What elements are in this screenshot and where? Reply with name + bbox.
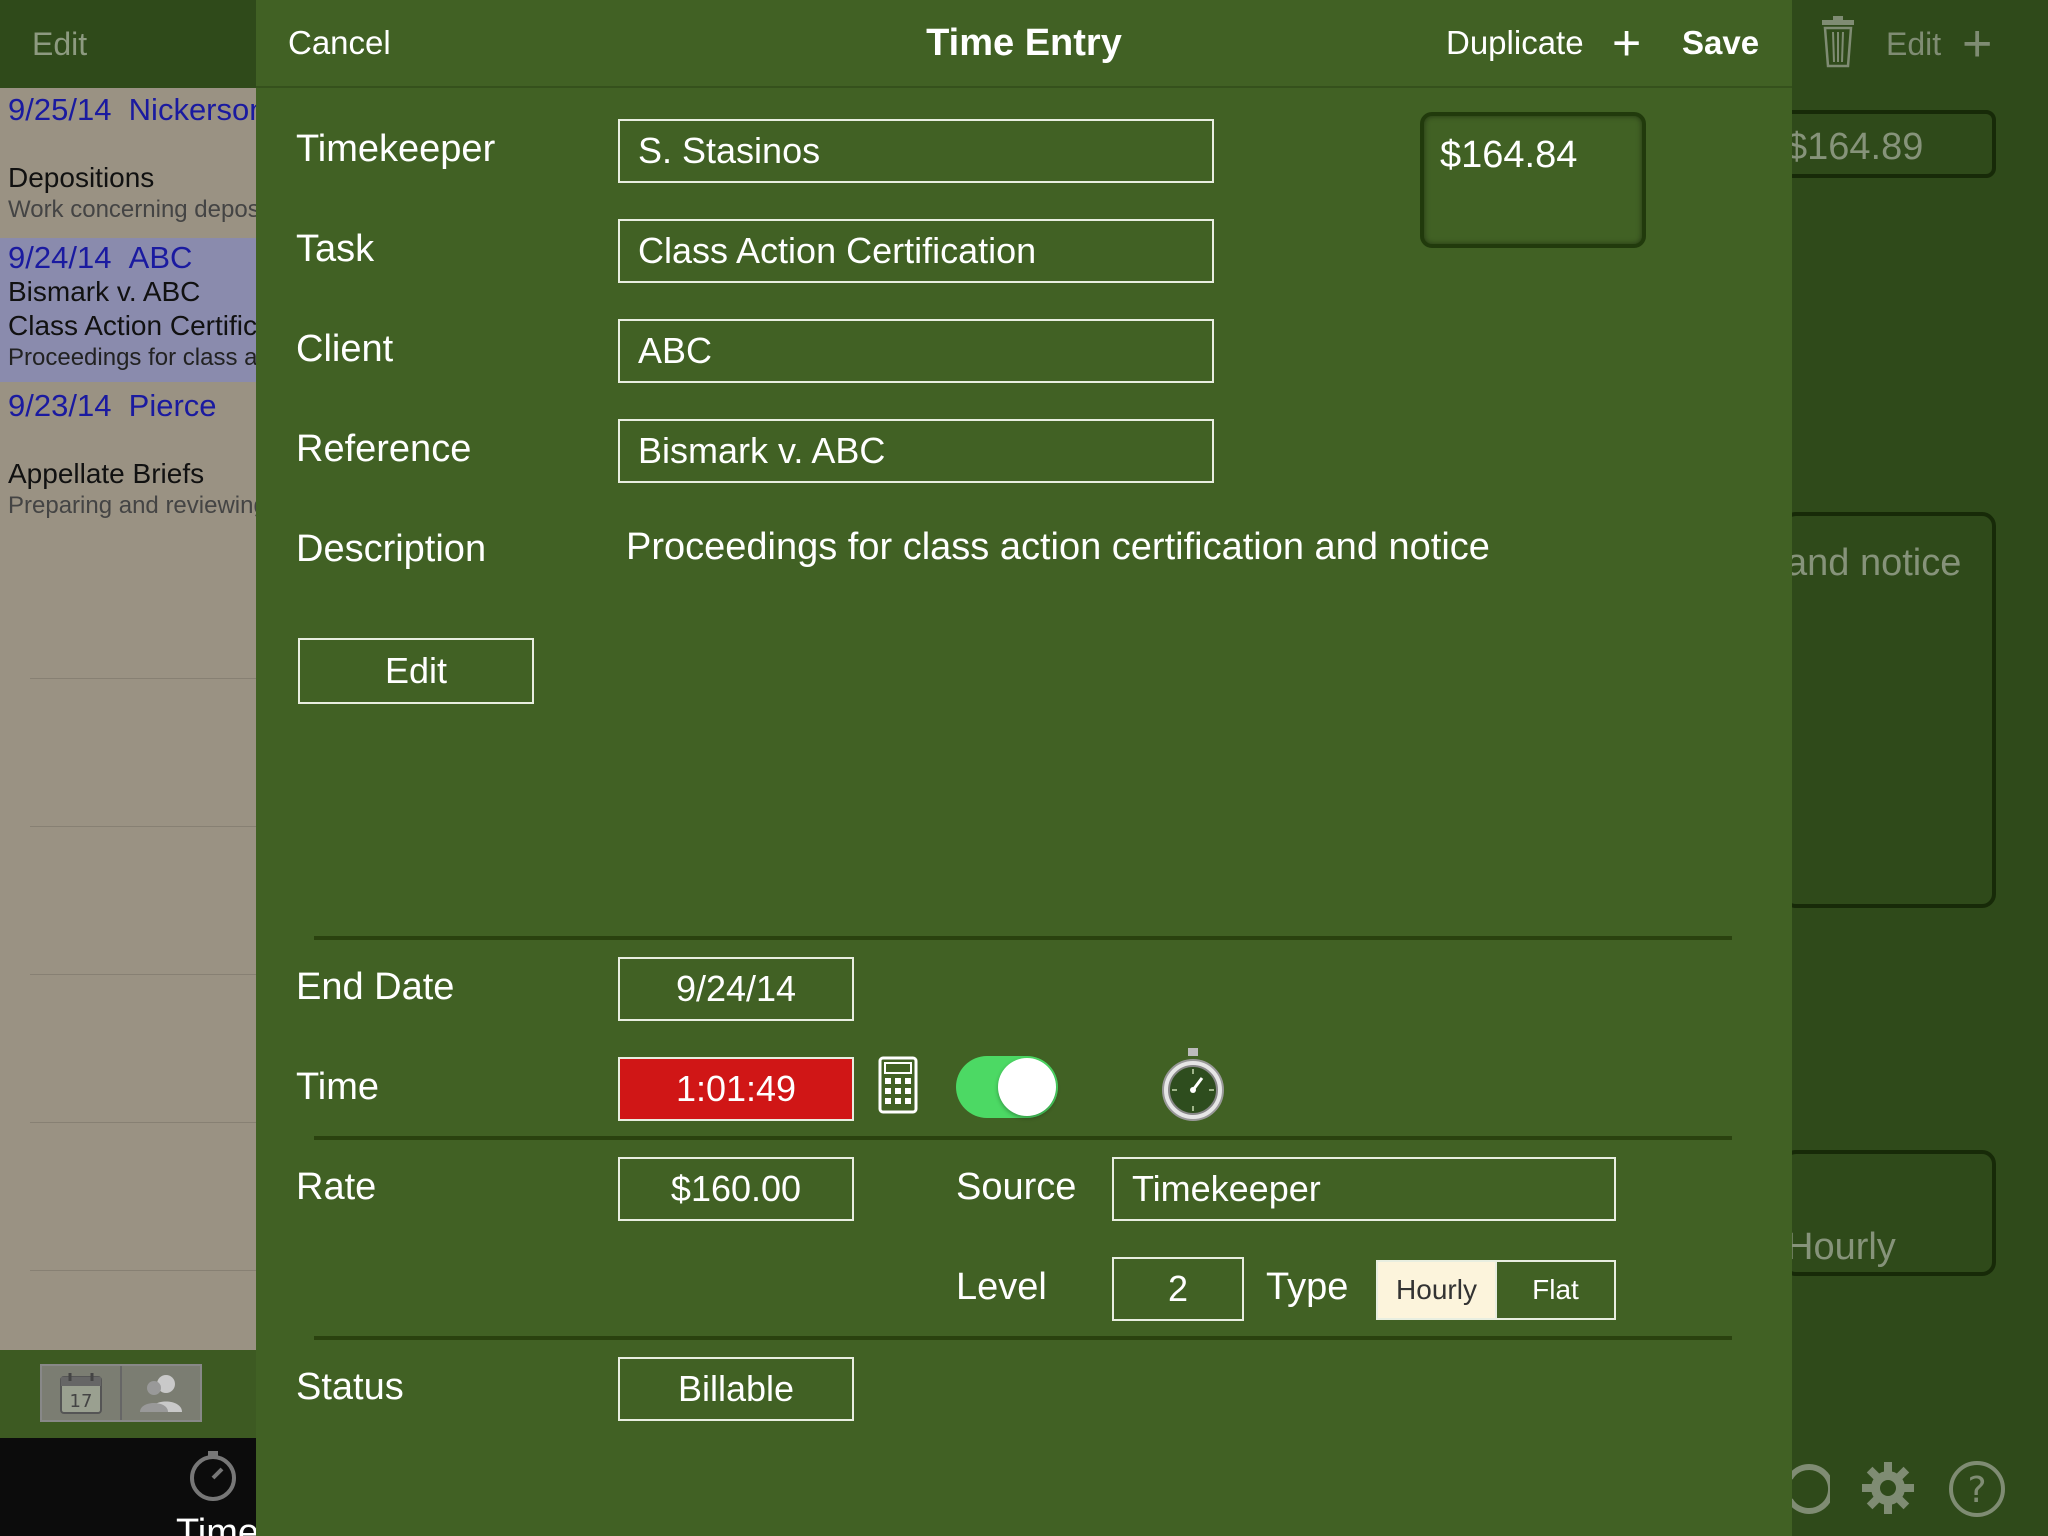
time-label: Time xyxy=(296,1066,380,1108)
rate-label: Rate xyxy=(296,1166,377,1208)
list-separator xyxy=(30,826,256,827)
list-item-date: 9/25/14 xyxy=(8,92,112,127)
list-item-client: Nickerson xyxy=(128,92,256,127)
list-item-client: Pierce xyxy=(128,388,217,423)
help-icon: ? xyxy=(1948,1460,2006,1531)
list-separator xyxy=(30,974,256,975)
detail-description: and notice xyxy=(1792,512,1996,908)
navbar: Cancel Time Entry Duplicate + Save xyxy=(256,0,1792,88)
timekeeper-field[interactable]: S. Stasinos xyxy=(618,119,1214,183)
end-date-field[interactable]: 9/24/14 xyxy=(618,957,854,1021)
gear-icon xyxy=(1860,1460,1916,1529)
status-field[interactable]: Billable xyxy=(618,1357,854,1421)
timekeeper-label: Timekeeper xyxy=(296,128,496,170)
end-date-label: End Date xyxy=(296,966,455,1008)
people-icon xyxy=(120,1366,200,1420)
list-item-task: Depositions xyxy=(8,162,155,193)
list-item-desc: Proceedings for class action xyxy=(8,344,256,371)
add-icon[interactable]: + xyxy=(1612,14,1641,72)
section-divider xyxy=(314,1336,1732,1340)
list-item-task: Class Action Certification xyxy=(8,310,256,341)
type-option-hourly[interactable]: Hourly xyxy=(1378,1262,1495,1318)
list-separator xyxy=(30,1122,256,1123)
reference-label: Reference xyxy=(296,428,472,470)
toggle-knob xyxy=(998,1058,1056,1116)
tab-time: Time xyxy=(176,1512,256,1536)
trash-icon xyxy=(1820,16,1856,80)
type-option-flat[interactable]: Flat xyxy=(1495,1262,1614,1318)
stopwatch-tab-icon xyxy=(186,1448,240,1514)
reference-field[interactable]: Bismark v. ABC xyxy=(618,419,1214,483)
tab-bar: Time xyxy=(0,1438,256,1536)
status-label: Status xyxy=(296,1366,404,1408)
svg-text:17: 17 xyxy=(70,1391,93,1412)
detail-type: Hourly xyxy=(1792,1150,1996,1276)
client-label: Client xyxy=(296,328,394,370)
edit-description-button[interactable]: Edit xyxy=(298,638,534,704)
save-button[interactable]: Save xyxy=(1682,24,1759,62)
source-field[interactable]: Timekeeper xyxy=(1112,1157,1616,1221)
add-icon: + xyxy=(1962,15,1993,73)
duplicate-button[interactable]: Duplicate xyxy=(1446,24,1584,62)
list-view-switcher: 17 xyxy=(0,1350,256,1438)
list-edit-button: Edit xyxy=(0,0,256,88)
timer-toggle[interactable] xyxy=(956,1056,1058,1118)
list-item-date: 9/24/14 xyxy=(8,240,112,275)
section-divider xyxy=(314,936,1732,940)
sync-icon xyxy=(1792,1460,1835,1529)
list-item: 9/25/14 Nickerson Depositions Work conce… xyxy=(0,88,256,236)
detail-amount: $164.89 xyxy=(1792,110,1996,178)
list-item-client: ABC xyxy=(128,240,193,275)
list-item-selected: 9/24/14 ABC Bismark v. ABC Class Action … xyxy=(0,238,256,382)
level-field[interactable]: 2 xyxy=(1112,1257,1244,1321)
time-entry-sheet: Cancel Time Entry Duplicate + Save Timek… xyxy=(256,0,1792,1536)
background-list-pane: Edit 9/25/14 Nickerson Depositions Work … xyxy=(0,0,256,1536)
list-item-reference: Bismark v. ABC xyxy=(8,276,201,307)
list-item-date: 9/23/14 xyxy=(8,388,112,423)
level-label: Level xyxy=(956,1266,1047,1308)
list-separator xyxy=(30,678,256,679)
svg-text:?: ? xyxy=(1967,1470,1986,1511)
description-text: Proceedings for class action certificati… xyxy=(626,526,1490,568)
rate-field[interactable]: $160.00 xyxy=(618,1157,854,1221)
type-label: Type xyxy=(1266,1266,1349,1308)
stopwatch-icon[interactable] xyxy=(1160,1048,1226,1122)
calculator-icon[interactable] xyxy=(878,1056,918,1114)
list-item: 9/23/14 Pierce Appellate Briefs Preparin… xyxy=(0,384,256,532)
source-label: Source xyxy=(956,1166,1077,1208)
amount-display: $164.84 xyxy=(1420,112,1646,248)
description-label: Description xyxy=(296,528,487,570)
list-separator xyxy=(30,1270,256,1271)
task-label: Task xyxy=(296,228,375,270)
background-detail-pane: Edit + $164.89 and notice Hourly ? xyxy=(1792,0,2048,1536)
list-item-desc: Work concerning depositions xyxy=(8,196,256,223)
list-item-task: Appellate Briefs xyxy=(8,458,205,489)
calendar-icon: 17 xyxy=(42,1366,120,1420)
task-field[interactable]: Class Action Certification xyxy=(618,219,1214,283)
section-divider xyxy=(314,1136,1732,1140)
client-field[interactable]: ABC xyxy=(618,319,1214,383)
list-item-desc: Preparing and reviewing xyxy=(8,492,256,519)
time-field[interactable]: 1:01:49 xyxy=(618,1057,854,1121)
type-segmented-control: Hourly Flat xyxy=(1376,1260,1616,1320)
detail-edit-button: Edit xyxy=(1886,26,1942,62)
